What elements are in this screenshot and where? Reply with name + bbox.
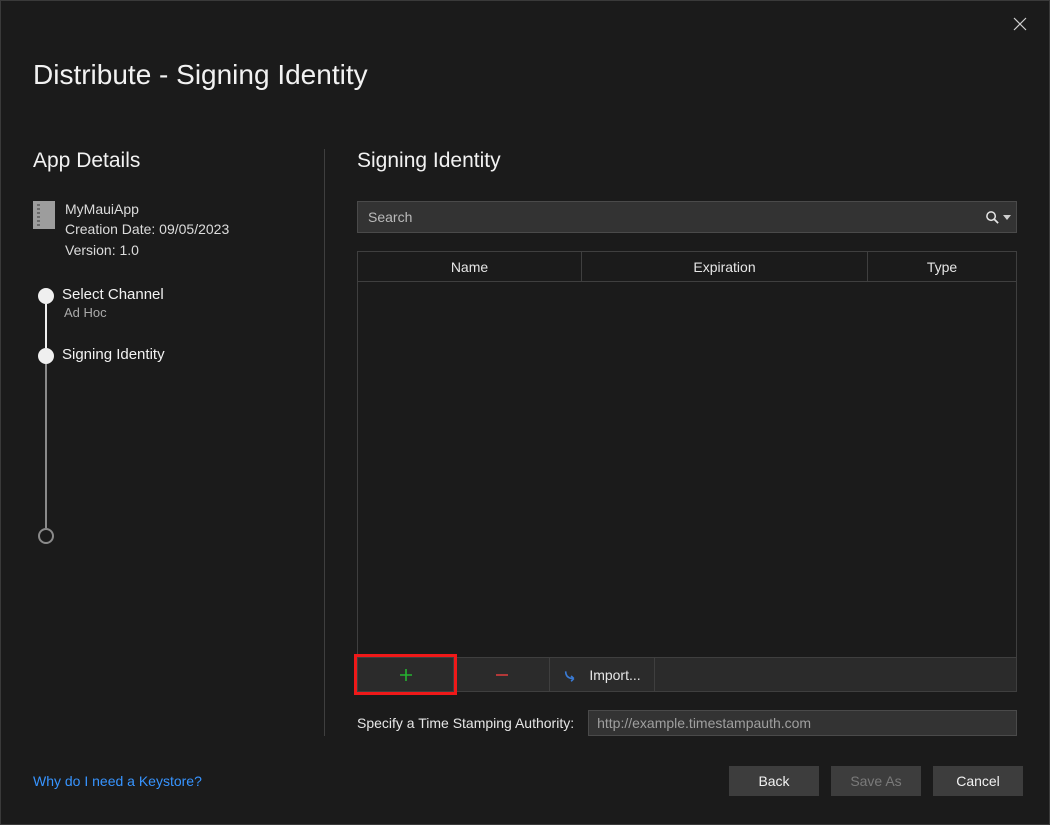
step-title: Signing Identity <box>62 346 304 363</box>
search-input[interactable] <box>358 202 980 232</box>
tsa-row: Specify a Time Stamping Authority: <box>357 710 1017 736</box>
tsa-label: Specify a Time Stamping Authority: <box>357 715 574 731</box>
wizard-steps: Select Channel Ad Hoc Signing Identity <box>33 286 304 544</box>
step-bullet-icon <box>38 528 54 544</box>
distribute-dialog: Distribute - Signing Identity App Detail… <box>0 0 1050 825</box>
dialog-title: Distribute - Signing Identity <box>1 1 1049 91</box>
footer-buttons: Back Save As Cancel <box>729 766 1023 796</box>
keystore-help-link[interactable]: Why do I need a Keystore? <box>33 773 202 789</box>
step-bullet-icon <box>38 288 54 304</box>
table-action-row: Import... <box>358 657 1016 691</box>
chevron-down-icon <box>1003 215 1011 220</box>
close-button[interactable] <box>1009 13 1031 35</box>
import-arrow-icon <box>563 668 581 682</box>
right-pane: Signing Identity Name Expiration Type <box>325 149 1017 736</box>
table-header: Name Expiration Type <box>358 252 1016 282</box>
save-as-button: Save As <box>831 766 921 796</box>
dialog-footer: Why do I need a Keystore? Back Save As C… <box>33 766 1023 796</box>
import-label: Import... <box>589 667 640 683</box>
step-signing-identity[interactable]: Signing Identity <box>38 346 304 526</box>
signing-identity-heading: Signing Identity <box>357 149 1017 173</box>
step-connector <box>45 364 47 528</box>
close-icon <box>1013 17 1027 31</box>
step-connector <box>45 304 47 348</box>
plus-icon <box>399 668 413 682</box>
table-body[interactable] <box>358 282 1016 657</box>
identity-table: Name Expiration Type Import... <box>357 251 1017 692</box>
step-subtitle: Ad Hoc <box>62 305 304 320</box>
tsa-input[interactable] <box>588 710 1017 736</box>
archive-icon <box>33 201 55 229</box>
step-bullet-icon <box>38 348 54 364</box>
search-wrap <box>357 201 1017 233</box>
app-block: MyMauiApp Creation Date: 09/05/2023 Vers… <box>33 199 304 260</box>
import-identity-button[interactable]: Import... <box>550 658 655 691</box>
app-details-heading: App Details <box>33 149 304 173</box>
remove-identity-button[interactable] <box>454 658 550 691</box>
minus-icon <box>495 668 509 682</box>
app-creation-date: Creation Date: 09/05/2023 <box>65 219 229 239</box>
app-text: MyMauiApp Creation Date: 09/05/2023 Vers… <box>65 199 229 260</box>
search-dropdown-button[interactable] <box>980 210 1016 225</box>
app-name: MyMauiApp <box>65 199 229 219</box>
action-row-filler <box>655 658 1016 691</box>
dialog-body: App Details MyMauiApp Creation Date: 09/… <box>33 149 1017 736</box>
column-type[interactable]: Type <box>868 252 1016 282</box>
column-name[interactable]: Name <box>358 252 582 282</box>
cancel-button[interactable]: Cancel <box>933 766 1023 796</box>
back-button[interactable]: Back <box>729 766 819 796</box>
step-select-channel[interactable]: Select Channel Ad Hoc <box>38 286 304 346</box>
app-version: Version: 1.0 <box>65 240 229 260</box>
search-icon <box>985 210 1000 225</box>
add-identity-button[interactable] <box>358 658 454 691</box>
column-expiration[interactable]: Expiration <box>582 252 868 282</box>
left-pane: App Details MyMauiApp Creation Date: 09/… <box>33 149 325 736</box>
step-title: Select Channel <box>62 286 304 303</box>
step-future <box>38 526 304 544</box>
